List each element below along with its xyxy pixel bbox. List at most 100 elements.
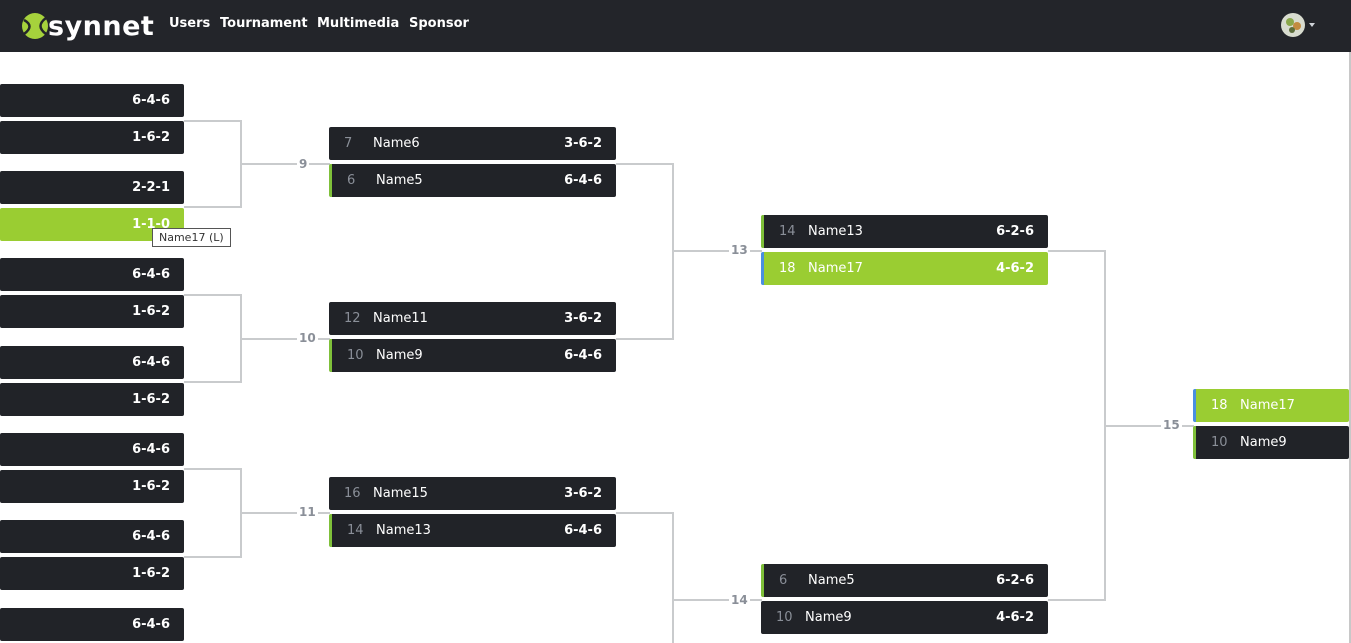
score: 1-6-2 xyxy=(132,130,170,145)
seed: 10 xyxy=(776,610,793,625)
score: 1-6-2 xyxy=(132,566,170,581)
nav-link-sponsor[interactable]: Sponsor xyxy=(409,16,469,31)
connector xyxy=(184,294,242,296)
score: 1-6-2 xyxy=(132,304,170,319)
match-10-slot-top[interactable]: 12 Name11 3-6-2 xyxy=(329,302,616,335)
connector xyxy=(1048,599,1106,601)
score: 6-4-6 xyxy=(564,523,602,538)
score: 6-2-6 xyxy=(996,224,1034,239)
round1-slot[interactable]: 6-4-6 xyxy=(0,608,184,641)
connector xyxy=(616,338,674,340)
score: 6-4-6 xyxy=(132,93,170,108)
match-9-slot-top[interactable]: 7 Name6 3-6-2 xyxy=(329,127,616,160)
round1-slot[interactable]: 1-6-2 xyxy=(0,557,184,590)
score: 6-4-6 xyxy=(564,173,602,188)
connector xyxy=(184,381,242,383)
connector xyxy=(184,556,242,558)
score: 4-6-2 xyxy=(996,610,1034,625)
seed: 6 xyxy=(779,573,788,588)
score: 1-6-2 xyxy=(132,479,170,494)
score: 6-4-6 xyxy=(132,355,170,370)
round1-slot[interactable]: 6-4-6 xyxy=(0,84,184,117)
score: 2-2-1 xyxy=(132,180,170,195)
score: 6-4-6 xyxy=(132,529,170,544)
match-label-14: 14 xyxy=(729,593,750,607)
connector xyxy=(616,512,674,514)
player-name: Name15 xyxy=(373,486,428,501)
match-11-slot-top[interactable]: 16 Name15 3-6-2 xyxy=(329,477,616,510)
round1-slot[interactable]: 1-6-2 xyxy=(0,121,184,154)
round1-slot[interactable]: 6-4-6 xyxy=(0,520,184,553)
player-name: Name17 xyxy=(1240,398,1295,413)
nav-link-users[interactable]: Users xyxy=(169,16,210,31)
round1-slot[interactable]: 1-6-2 xyxy=(0,383,184,416)
connector xyxy=(672,512,674,643)
connector xyxy=(1048,250,1106,252)
player-name: Name13 xyxy=(808,224,863,239)
connector xyxy=(184,120,242,122)
final-slot-top-highlighted[interactable]: 18 Name17 xyxy=(1193,389,1349,422)
score: 1-6-2 xyxy=(132,392,170,407)
match-label-10: 10 xyxy=(297,331,318,345)
seed: 14 xyxy=(779,224,796,239)
seed: 10 xyxy=(1211,435,1228,450)
score: 6-2-6 xyxy=(996,573,1034,588)
match-10-slot-bottom[interactable]: 10 Name9 6-4-6 xyxy=(329,339,616,372)
round1-slot[interactable]: 6-4-6 xyxy=(0,258,184,291)
match-label-15: 15 xyxy=(1161,418,1182,432)
player-name: Name9 xyxy=(805,610,852,625)
synnet-logo[interactable]: synnet xyxy=(20,8,154,44)
score: 3-6-2 xyxy=(564,486,602,501)
round1-slot[interactable]: 1-6-2 xyxy=(0,295,184,328)
match-label-11: 11 xyxy=(297,505,318,519)
user-menu[interactable] xyxy=(1280,12,1315,38)
connector xyxy=(184,206,242,208)
player-name: Name17 xyxy=(808,261,863,276)
score: 3-6-2 xyxy=(564,311,602,326)
player-name: Name9 xyxy=(1240,435,1287,450)
player-name: Name13 xyxy=(376,523,431,538)
score: 6-4-6 xyxy=(564,348,602,363)
player-name: Name5 xyxy=(808,573,855,588)
match-13-slot-top[interactable]: 14 Name13 6-2-6 xyxy=(761,215,1048,248)
match-14-slot-bottom[interactable]: 10 Name9 4-6-2 xyxy=(761,601,1048,634)
final-slot-bottom[interactable]: 10 Name9 xyxy=(1193,426,1349,459)
player-name: Name11 xyxy=(373,311,428,326)
match-11-slot-bottom[interactable]: 14 Name13 6-4-6 xyxy=(329,514,616,547)
connector xyxy=(616,163,674,165)
seed: 12 xyxy=(344,311,361,326)
match-14-slot-top[interactable]: 6 Name5 6-2-6 xyxy=(761,564,1048,597)
seed: 18 xyxy=(1211,398,1228,413)
match-9-slot-bottom[interactable]: 6 Name5 6-4-6 xyxy=(329,164,616,197)
chevron-down-icon xyxy=(1309,23,1315,27)
match-13-slot-bottom-highlighted[interactable]: 18 Name17 4-6-2 xyxy=(761,252,1048,285)
round1-slot[interactable]: 6-4-6 xyxy=(0,346,184,379)
player-name: Name6 xyxy=(373,136,420,151)
score: 4-6-2 xyxy=(996,261,1034,276)
round1-slot[interactable]: 6-4-6 xyxy=(0,433,184,466)
seed: 6 xyxy=(347,173,356,188)
tennis-ball-icon xyxy=(22,13,48,39)
seed: 7 xyxy=(344,136,353,151)
score: 3-6-2 xyxy=(564,136,602,151)
nav-link-tournament[interactable]: Tournament xyxy=(220,16,308,31)
match-label-13: 13 xyxy=(729,243,750,257)
round1-slot[interactable]: 1-6-2 xyxy=(0,470,184,503)
nav-link-multimedia[interactable]: Multimedia xyxy=(317,16,399,31)
logo-text: synnet xyxy=(48,10,155,42)
player-name: Name5 xyxy=(376,173,423,188)
seed: 10 xyxy=(347,348,364,363)
player-name: Name9 xyxy=(376,348,423,363)
seed: 18 xyxy=(779,261,796,276)
seed: 16 xyxy=(344,486,361,501)
avatar-icon xyxy=(1281,13,1305,37)
score: 6-4-6 xyxy=(132,442,170,457)
player-tooltip: Name17 (L) xyxy=(152,228,231,247)
score: 6-4-6 xyxy=(132,617,170,632)
round1-slot[interactable]: 2-2-1 xyxy=(0,171,184,204)
match-label-9: 9 xyxy=(297,157,310,171)
score: 6-4-6 xyxy=(132,267,170,282)
top-navbar: synnet Users Tournament Multimedia Spons… xyxy=(0,0,1351,52)
connector xyxy=(184,468,242,470)
connector xyxy=(240,163,330,165)
